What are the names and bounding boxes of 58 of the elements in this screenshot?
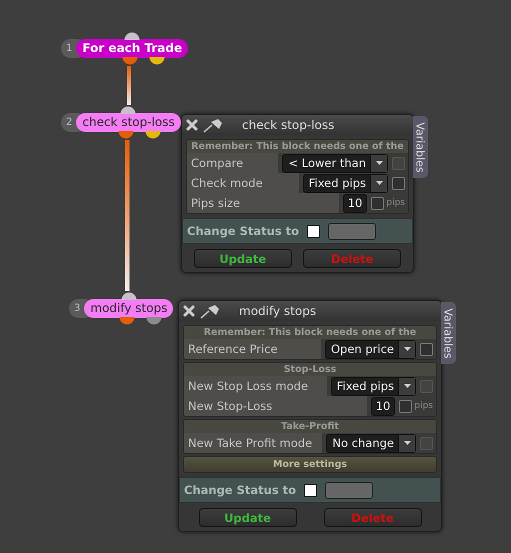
field-label: New Take Profit mode: [184, 433, 322, 453]
caret-icon: [404, 441, 410, 445]
close-icon[interactable]: [183, 305, 195, 317]
pushpin-icon[interactable]: [202, 117, 224, 133]
output-port-icon[interactable]: [149, 57, 165, 66]
unit-label: pips: [414, 401, 433, 411]
update-button[interactable]: Update: [194, 249, 292, 268]
status-checkbox[interactable]: [307, 224, 320, 238]
output-port-icon[interactable]: [145, 131, 161, 140]
pushpin-icon[interactable]: [199, 303, 221, 319]
status-color-field[interactable]: [328, 222, 376, 240]
dropdown[interactable]: < Lower than: [282, 154, 388, 172]
field-label: Compare: [187, 153, 278, 173]
status-label: Change Status to: [184, 483, 296, 497]
field-label: New Stop-Loss: [184, 396, 367, 416]
field-label: Pips size: [187, 193, 339, 213]
caret-icon: [404, 347, 410, 351]
caret-icon: [376, 181, 382, 185]
notice-text: Remember: This block needs one of the: [187, 140, 408, 153]
variables-tab[interactable]: Variables: [441, 302, 456, 364]
caret-icon: [404, 384, 410, 388]
input-port-icon[interactable]: [120, 105, 136, 114]
field-label: New Stop Loss mode: [184, 376, 327, 396]
section-toggle[interactable]: More settings: [183, 456, 437, 473]
flow-node[interactable]: check stop-loss: [76, 113, 181, 132]
input-port-icon[interactable]: [120, 291, 136, 300]
field-label: Reference Price: [184, 339, 321, 359]
input-port-icon[interactable]: [124, 31, 140, 40]
panel-title: modify stops: [239, 304, 316, 318]
output-port-icon[interactable]: [146, 317, 162, 326]
checkbox[interactable]: [399, 400, 412, 412]
dropdown[interactable]: Fixed pips: [330, 376, 416, 396]
update-button[interactable]: Update: [198, 508, 296, 527]
status-checkbox[interactable]: [304, 484, 318, 496]
section-heading: Stop-Loss: [184, 363, 436, 376]
section-heading: Take-Profit: [184, 420, 436, 433]
dropdown[interactable]: No change: [326, 434, 416, 452]
caret-icon: [376, 161, 382, 165]
flow-node[interactable]: For each Trade: [76, 39, 188, 58]
unit-label: pips: [386, 198, 405, 208]
status-color-field[interactable]: [325, 482, 374, 498]
close-icon[interactable]: [186, 119, 198, 131]
checkbox[interactable]: [392, 176, 405, 190]
output-port-icon[interactable]: [122, 57, 138, 66]
number-field[interactable]: 10: [342, 194, 368, 212]
number-field[interactable]: 10: [370, 396, 396, 416]
field-label: Check mode: [187, 173, 299, 193]
flow-node[interactable]: modify stops: [84, 299, 174, 318]
notice-text: Remember: This block needs one of the: [184, 326, 436, 339]
dropdown[interactable]: Open price: [325, 340, 416, 358]
status-label: Change Status to: [187, 224, 300, 238]
variables-tab[interactable]: Variables: [413, 116, 428, 178]
output-port-icon[interactable]: [118, 317, 134, 326]
panel-title: check stop-loss: [242, 118, 334, 132]
checkbox[interactable]: [420, 342, 433, 356]
dropdown[interactable]: Fixed pips: [302, 174, 388, 192]
output-port-icon[interactable]: [118, 131, 134, 140]
checkbox[interactable]: [371, 196, 384, 210]
